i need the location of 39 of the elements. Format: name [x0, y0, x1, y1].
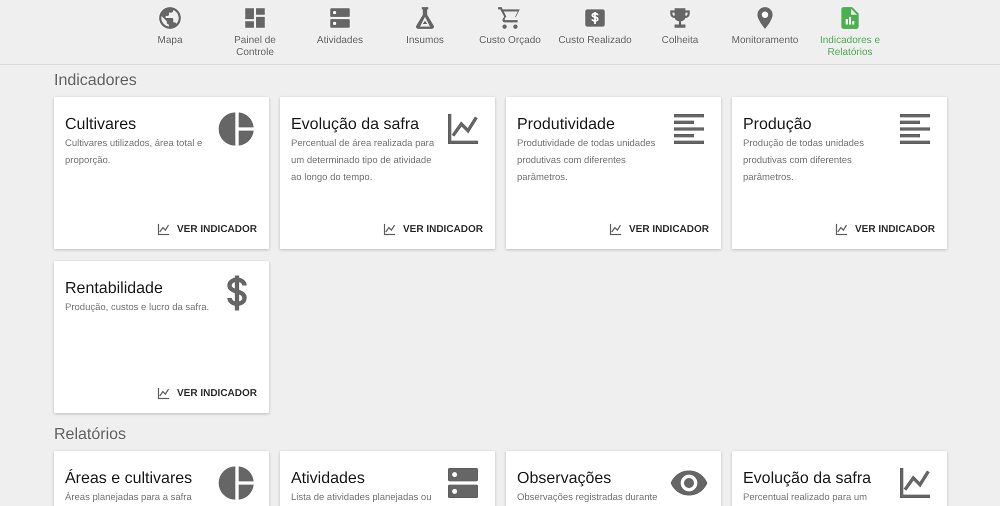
- nav-tab[interactable]: Atividades: [298, 0, 382, 64]
- card-description: Percentual de área realizada para um determinado tipo de atividade ao longo do tempo.: [291, 137, 436, 185]
- globe-icon: [157, 5, 183, 31]
- line-chart-icon: [382, 222, 397, 237]
- nav-tab[interactable]: Custo Realizado: [552, 0, 638, 64]
- nav-tab[interactable]: Mapa: [128, 0, 212, 64]
- nav-tab[interactable]: Insumos: [382, 0, 468, 64]
- view-indicator-button[interactable]: VER INDICADOR: [608, 220, 709, 239]
- card-description: Produção, custos e lucro da safra.: [65, 301, 210, 315]
- line-chart-icon: [156, 222, 171, 237]
- card-description: Lista de atividades planejadas ou: [291, 491, 432, 505]
- card-title: Produtividade: [517, 115, 616, 135]
- view-indicator-button[interactable]: VER INDICADOR: [156, 220, 257, 239]
- section-heading: Relatórios: [54, 425, 128, 445]
- card-description: Cultivares utilizados, área total e proporção.: [65, 137, 204, 168]
- card-title: Evolução da safra: [743, 469, 872, 489]
- view-indicator-button[interactable]: VER INDICADOR: [156, 384, 257, 403]
- nav-tab[interactable]: Custo Orçado: [468, 0, 552, 64]
- card-description: Áreas planejadas para a safra: [65, 490, 193, 505]
- card-title: Rentabilidade: [65, 279, 164, 299]
- card-description: Percentual realizado para um: [743, 491, 868, 505]
- card-description: Produtividade de todas unidades produtivas com diferentes parâmetros.: [517, 137, 656, 185]
- line-chart-icon: [834, 222, 849, 237]
- view-indicator-button[interactable]: VER INDICADOR: [834, 220, 935, 239]
- line-chart-icon: [608, 222, 623, 237]
- card-description: Observações registradas durante: [517, 491, 658, 505]
- card-title: Áreas e cultivares: [65, 469, 194, 489]
- card-title: Observações: [517, 469, 612, 489]
- line-chart-icon: [156, 386, 171, 401]
- card-title: Produção: [743, 115, 812, 135]
- card-title: Cultivares: [65, 115, 138, 135]
- card-description: Produção de todas unidades produtivas com diferentes parâmetros.: [743, 137, 865, 185]
- nav-tab[interactable]: Colheita: [638, 0, 722, 64]
- nav-tab[interactable]: Monitoramento: [722, 0, 808, 64]
- view-indicator-button[interactable]: VER INDICADOR: [382, 220, 483, 239]
- card-title: Evolução da safra: [291, 115, 420, 135]
- section-heading: Indicadores: [54, 71, 138, 91]
- nav-tab[interactable]: Painel de Controle: [212, 0, 298, 64]
- card-title: Atividades: [291, 469, 366, 489]
